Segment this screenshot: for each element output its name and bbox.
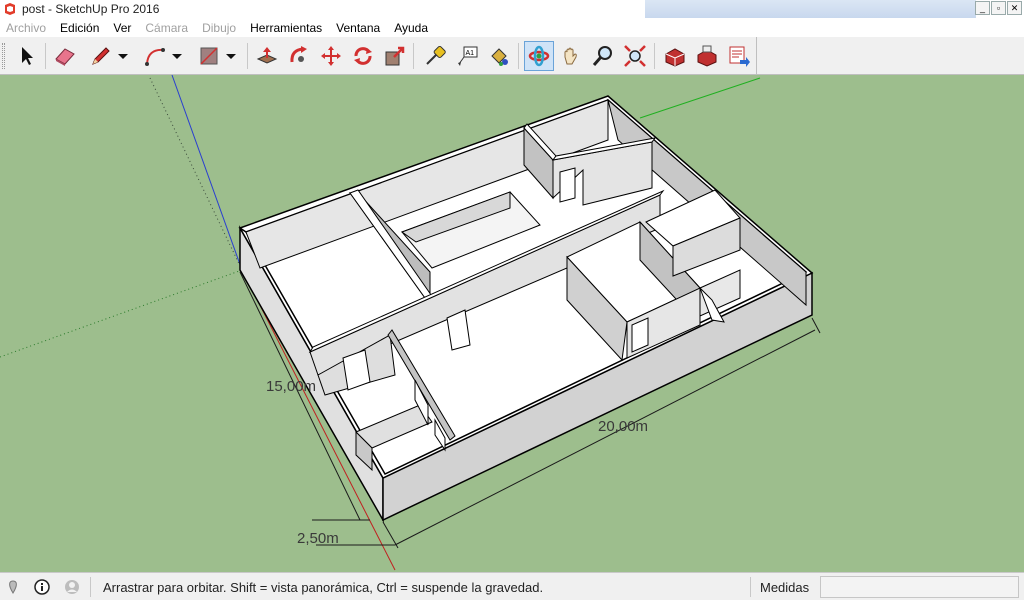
- paint-bucket-icon: [491, 48, 508, 66]
- title-bar: post - SketchUp Pro 2016 _ ▫ ✕: [0, 0, 1024, 18]
- send-to-layout-tool[interactable]: [724, 41, 754, 71]
- zoom-icon: [592, 46, 612, 66]
- move-icon: [321, 46, 341, 66]
- hand-icon: [564, 47, 577, 65]
- follow-me-icon: [290, 46, 307, 63]
- zoom-tool[interactable]: [588, 41, 618, 71]
- measurements-label: Medidas: [760, 580, 810, 595]
- tape-measure-icon: [426, 45, 446, 65]
- geo-location-icon[interactable]: [5, 579, 21, 595]
- arrow-icon: [22, 47, 33, 65]
- text-tool[interactable]: A1: [452, 41, 482, 71]
- rotate-tool[interactable]: [348, 41, 378, 71]
- restore-button[interactable]: ▫: [991, 1, 1006, 15]
- model-viewport[interactable]: 15,00m 20,00m 2,50m: [0, 75, 1024, 572]
- rectangle-dropdown[interactable]: [222, 41, 240, 71]
- chevron-down-icon: [118, 54, 128, 59]
- push-pull-icon: [256, 47, 278, 64]
- main-toolbar: A1: [0, 37, 1024, 75]
- menu-ayuda[interactable]: Ayuda: [387, 21, 435, 35]
- pan-tool[interactable]: [556, 41, 586, 71]
- dimension-width-label: 15,00m: [266, 378, 316, 395]
- orbit-tool[interactable]: [524, 41, 554, 71]
- menu-herramientas[interactable]: Herramientas: [243, 21, 329, 35]
- menu-bar: Archivo Edición Ver Cámara Dibujo Herram…: [0, 18, 1024, 37]
- pencil-dropdown[interactable]: [114, 41, 132, 71]
- menu-archivo[interactable]: Archivo: [0, 21, 53, 35]
- tape-measure-tool[interactable]: [420, 41, 450, 71]
- arc-tool[interactable]: [140, 41, 170, 71]
- dimension-length-label: 20,00m: [598, 418, 648, 435]
- scale-tool[interactable]: [380, 41, 410, 71]
- pencil-icon: [92, 47, 110, 65]
- warehouse-tool[interactable]: [660, 41, 690, 71]
- extension-warehouse-icon: [697, 45, 717, 67]
- menu-dibujo[interactable]: Dibujo: [195, 21, 243, 35]
- rectangle-tool[interactable]: [194, 41, 224, 71]
- menu-camara[interactable]: Cámara: [138, 21, 195, 35]
- floor-plan-model[interactable]: 15,00m 20,00m 2,50m: [0, 75, 1024, 572]
- toolbar-grip[interactable]: [2, 43, 5, 69]
- rotate-icon: [354, 47, 372, 65]
- warehouse-icon: [665, 48, 685, 67]
- follow-me-tool[interactable]: [284, 41, 314, 71]
- svg-text:A1: A1: [466, 50, 475, 57]
- menu-ventana[interactable]: Ventana: [329, 21, 387, 35]
- status-bar: Arrastrar para orbitar. Shift = vista pa…: [0, 572, 1024, 600]
- measurements-input[interactable]: [820, 576, 1019, 598]
- status-hint: Arrastrar para orbitar. Shift = vista pa…: [103, 580, 544, 595]
- eraser-tool[interactable]: [50, 41, 80, 71]
- scale-icon: [385, 46, 405, 66]
- orbit-icon: [528, 45, 550, 67]
- user-account-icon[interactable]: [64, 579, 80, 595]
- arc-dropdown[interactable]: [168, 41, 186, 71]
- arc-icon: [145, 48, 165, 66]
- eraser-icon: [55, 48, 75, 66]
- text-label-icon: A1: [458, 46, 478, 66]
- info-icon[interactable]: [34, 579, 50, 595]
- rectangle-icon: [200, 47, 218, 65]
- menu-ver[interactable]: Ver: [106, 21, 138, 35]
- send-to-layout-icon: [729, 46, 750, 67]
- paint-bucket-tool[interactable]: [484, 41, 514, 71]
- dimension-offset-label: 2,50m: [297, 530, 339, 547]
- push-pull-tool[interactable]: [252, 41, 282, 71]
- chevron-down-icon: [226, 54, 236, 59]
- green-axis: [639, 77, 761, 119]
- move-tool[interactable]: [316, 41, 346, 71]
- chevron-down-icon: [172, 54, 182, 59]
- window-title: post - SketchUp Pro 2016: [22, 2, 160, 16]
- sketchup-app-icon[interactable]: [2, 1, 18, 17]
- zoom-extents-icon: [624, 45, 646, 67]
- extension-warehouse-tool[interactable]: [692, 41, 722, 71]
- blue-axis: [171, 75, 243, 271]
- zoom-extents-tool[interactable]: [620, 41, 650, 71]
- pencil-tool[interactable]: [86, 41, 116, 71]
- minimize-button[interactable]: _: [975, 1, 990, 15]
- select-tool[interactable]: [12, 41, 42, 71]
- close-button[interactable]: ✕: [1007, 1, 1022, 15]
- menu-edicion[interactable]: Edición: [53, 21, 106, 35]
